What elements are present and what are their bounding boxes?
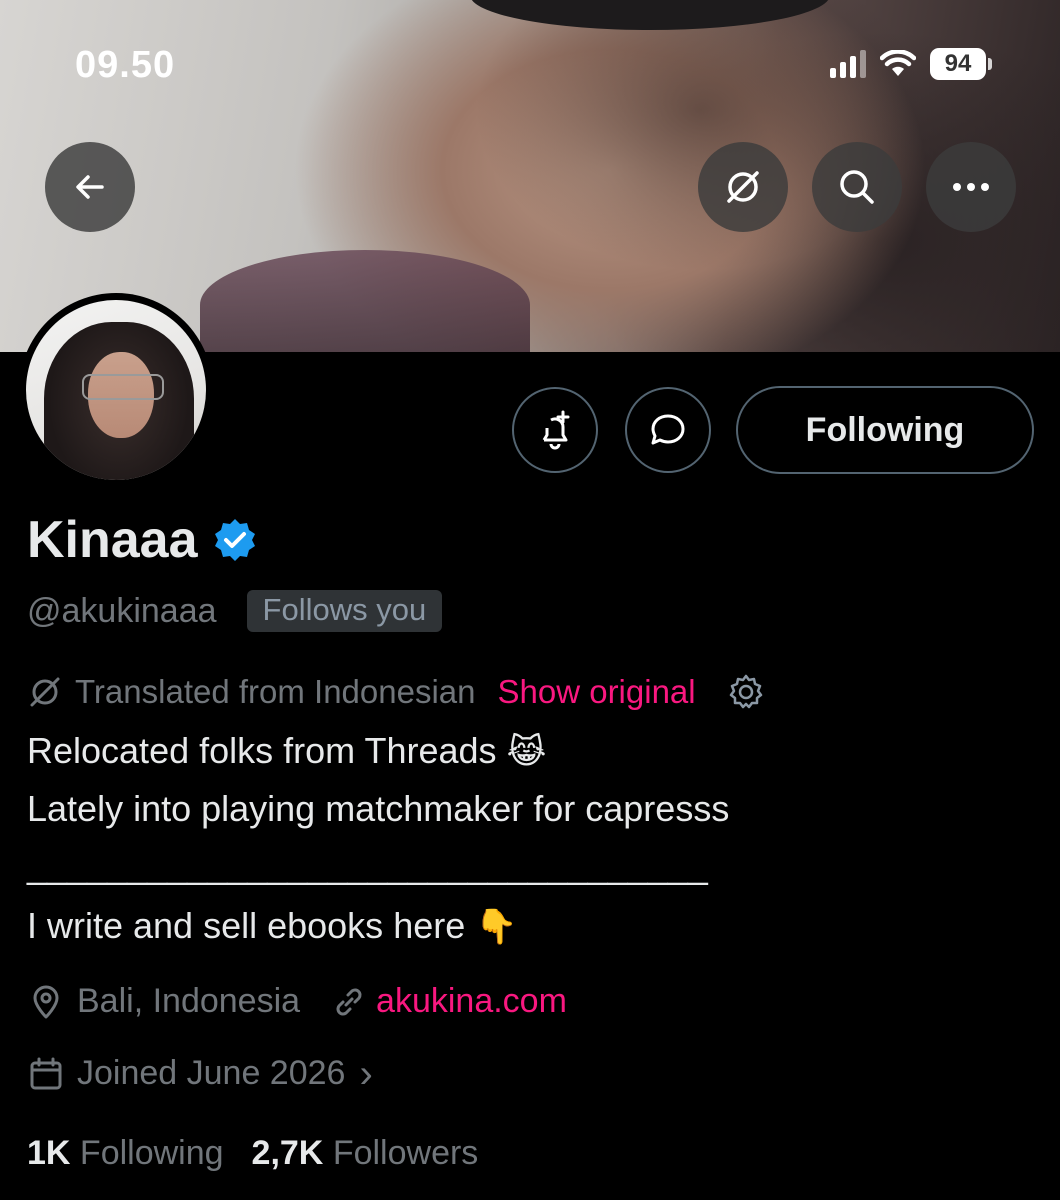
pointing-down-emoji: 👇 [475, 907, 518, 947]
status-time: 09.50 [75, 44, 176, 86]
bio-text-3: I write and sell ebooks here [27, 905, 466, 946]
following-stat[interactable]: 1K Following [27, 1134, 224, 1173]
joined-row[interactable]: Joined June 2026 › [27, 1051, 373, 1096]
following-label: Following [79, 1134, 224, 1172]
bio-divider: __________________________________ [27, 845, 708, 886]
location-website-row: Bali, Indonesia akukina.com [27, 982, 567, 1021]
avatar[interactable] [19, 293, 213, 487]
calendar-icon [30, 1057, 62, 1089]
link-icon [336, 988, 362, 1015]
verified-badge-icon [214, 519, 255, 561]
battery-icon: 94 [930, 48, 992, 80]
location-text: Bali, Indonesia [77, 982, 301, 1020]
back-button[interactable] [45, 142, 135, 232]
avatar-photo [26, 300, 206, 480]
banner-photo-shirt [200, 250, 530, 352]
message-icon [651, 414, 685, 445]
translation-row: Translated from Indonesian Show original [27, 672, 766, 712]
joined-date: Joined June 2026 [77, 1054, 346, 1092]
bio-line-3: I write and sell ebooks here 👇 [27, 905, 518, 947]
website-link[interactable]: akukina.com [376, 982, 567, 1021]
status-indicators: 94 [830, 48, 992, 80]
bio-text-1: Relocated folks from Threads [27, 730, 497, 771]
translate-small-icon [30, 677, 60, 707]
back-arrow-icon [76, 175, 104, 199]
translated-label: Translated from Indonesian [75, 673, 476, 710]
wifi-icon [880, 50, 916, 76]
following-count: 1K [27, 1134, 71, 1172]
following-button[interactable]: Following [736, 386, 1034, 474]
translate-icon [727, 171, 759, 203]
bio-line-2: Lately into playing matchmaker for capre… [27, 788, 730, 829]
follow-stats: 1K Following 2,7K Followers [27, 1134, 478, 1173]
location-pin-icon [33, 985, 59, 1018]
bio-line-1: Relocated folks from Threads 😹 [27, 730, 546, 772]
notifications-button[interactable] [512, 387, 598, 473]
signal-icon [830, 50, 866, 78]
battery-level: 94 [930, 48, 986, 80]
search-button[interactable] [812, 142, 902, 232]
settings-gear-icon[interactable] [726, 672, 766, 712]
username-handle: @akukinaaa [27, 591, 217, 630]
followers-label: Followers [332, 1134, 479, 1172]
more-icon [953, 183, 989, 191]
notification-bell-icon [542, 410, 570, 450]
cat-emoji: 😹 [506, 732, 547, 772]
followers-stat[interactable]: 2,7K Followers [252, 1134, 479, 1173]
handle-row: @akukinaaa Follows you [27, 590, 443, 632]
message-button[interactable] [625, 387, 711, 473]
show-original-link[interactable]: Show original [498, 673, 696, 711]
follows-you-badge: Follows you [246, 590, 443, 632]
more-options-button[interactable] [926, 142, 1016, 232]
name-row: Kinaaa [27, 510, 258, 570]
search-icon [840, 170, 874, 204]
chevron-right-icon: › [359, 1051, 373, 1096]
followers-count: 2,7K [251, 1134, 324, 1172]
translate-profile-button[interactable] [698, 142, 788, 232]
display-name: Kinaaa [27, 511, 198, 569]
